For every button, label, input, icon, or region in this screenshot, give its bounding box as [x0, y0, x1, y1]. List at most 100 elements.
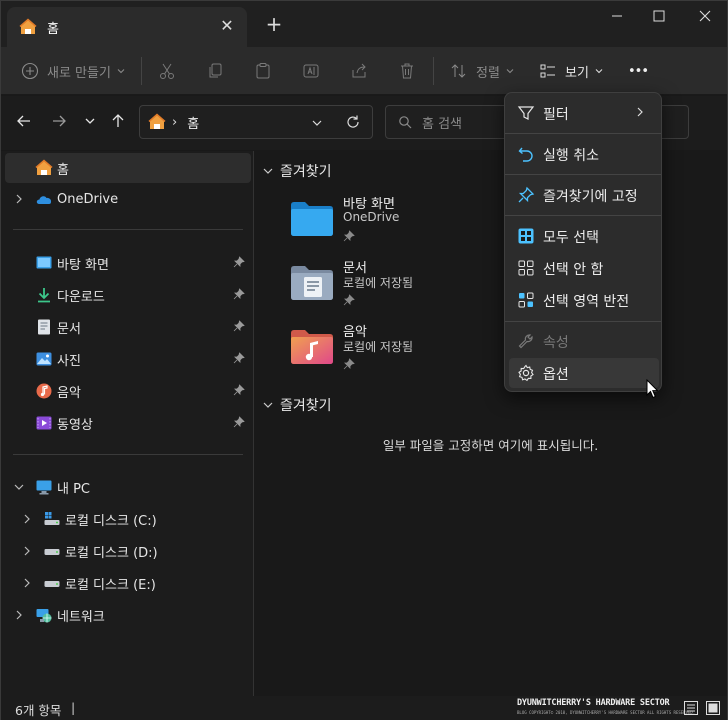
tiles-view-icon[interactable] [705, 700, 721, 716]
sidebar-item-music[interactable]: 음악 [5, 376, 251, 406]
pin-icon [233, 256, 245, 268]
chevron-right-icon [637, 107, 643, 117]
trash-icon [401, 63, 413, 79]
quick-access-item-music[interactable]: 음악 로컬에 저장됨 [290, 321, 510, 381]
more-options-button[interactable]: ••• [621, 55, 655, 87]
minimize-icon [612, 15, 622, 17]
sidebar-item-home[interactable]: 홈 [5, 153, 251, 183]
chevron-down-icon[interactable] [13, 481, 25, 493]
view-button[interactable]: 보기 [539, 55, 604, 87]
home-icon [148, 113, 166, 129]
drive-icon [44, 581, 60, 587]
sidebar-divider [13, 229, 243, 230]
home-icon [19, 18, 37, 34]
chevron-right-icon[interactable] [21, 513, 33, 525]
computer-icon [36, 480, 52, 495]
item-count: 6개 항목 [15, 703, 62, 718]
music-folder-icon [291, 330, 333, 364]
menu-item-label: 필터 [543, 107, 569, 123]
close-window-button[interactable] [685, 5, 725, 27]
music-icon [36, 383, 52, 399]
sidebar-item-onedrive[interactable]: OneDrive [5, 184, 251, 214]
cut-button[interactable] [158, 55, 176, 87]
menu-item-filter[interactable]: 필터 [509, 98, 659, 128]
documents-folder-icon [291, 266, 333, 300]
favorites-group-header[interactable]: 즐겨찾기 [262, 395, 332, 415]
item-location: 로컬에 저장됨 [343, 276, 414, 290]
status-divider: | [71, 700, 76, 715]
menu-item-label: 선택 영역 반전 [543, 294, 630, 310]
copy-button[interactable] [206, 55, 224, 87]
new-button[interactable]: 새로 만들기 [21, 55, 126, 87]
sidebar-item-documents[interactable]: 문서 [5, 312, 251, 342]
sidebar-item-drive-d[interactable]: 로컬 디스크 (D:) [5, 536, 251, 566]
details-view-icon[interactable] [683, 700, 699, 716]
explorer-window: 홈 ✕ + 새로 만들기 정렬 보기 ••• › 홈 홈 검색 홈 OneDri… [0, 0, 728, 720]
close-icon [699, 10, 711, 22]
rename-icon [303, 64, 319, 78]
up-button[interactable] [107, 112, 129, 134]
toolbar-divider [141, 57, 142, 85]
pin-icon [343, 358, 355, 370]
sort-button[interactable]: 정렬 [450, 55, 515, 87]
system-drive-icon [44, 512, 60, 525]
invert-selection-icon [518, 292, 534, 308]
menu-item-select-all[interactable]: 모두 선택 [509, 221, 659, 251]
network-icon [36, 609, 52, 623]
sidebar-item-pictures[interactable]: 사진 [5, 344, 251, 374]
back-button[interactable] [13, 112, 35, 134]
sidebar-item-label: OneDrive [57, 191, 119, 207]
menu-item-invert-selection[interactable]: 선택 영역 반전 [509, 285, 659, 315]
search-placeholder: 홈 검색 [422, 116, 463, 132]
sidebar-item-drive-c[interactable]: 로컬 디스크 (C:) [5, 504, 251, 534]
sidebar-item-this-pc[interactable]: 내 PC [5, 472, 251, 502]
quick-access-item-desktop[interactable]: 바탕 화면 OneDrive [290, 193, 510, 253]
item-location: OneDrive [343, 210, 400, 224]
chevron-right-icon[interactable] [13, 609, 25, 621]
menu-item-select-none[interactable]: 선택 안 함 [509, 253, 659, 283]
chevron-down-icon [117, 69, 125, 74]
command-bar: 새로 만들기 정렬 보기 ••• [1, 47, 727, 95]
tab-close-button[interactable]: ✕ [217, 16, 237, 36]
chevron-down-icon [85, 118, 95, 124]
tab-home[interactable]: 홈 ✕ [7, 7, 247, 47]
watermark-title: DYUNWITCHERRY'S HARDWARE SECTOR [517, 698, 670, 708]
menu-item-undo[interactable]: 실행 취소 [509, 139, 659, 169]
pin-icon [343, 230, 355, 242]
chevron-down-icon [263, 168, 273, 174]
new-tab-button[interactable]: + [263, 13, 285, 35]
chevron-right-icon[interactable] [13, 193, 25, 205]
sort-icon [451, 64, 466, 78]
address-bar[interactable]: › 홈 [139, 105, 373, 139]
desktop-folder-icon [291, 202, 333, 236]
undo-icon [518, 147, 533, 162]
delete-button[interactable] [398, 55, 416, 87]
sidebar-item-label: 홈 [57, 162, 69, 178]
filter-icon [517, 106, 535, 120]
breadcrumb-home[interactable]: 홈 [187, 113, 199, 132]
menu-separator [505, 321, 661, 322]
sidebar-item-desktop[interactable]: 바탕 화면 [5, 248, 251, 278]
chevron-down-icon[interactable] [310, 116, 324, 130]
menu-item-pin-quick-access[interactable]: 즐겨찾기에 고정 [509, 180, 659, 210]
quick-access-item-documents[interactable]: 문서 로컬에 저장됨 [290, 257, 510, 317]
forward-button[interactable] [48, 112, 70, 134]
paste-button[interactable] [254, 55, 272, 87]
desktop-icon [36, 256, 52, 269]
sidebar-item-drive-e[interactable]: 로컬 디스크 (E:) [5, 568, 251, 598]
minimize-button[interactable] [597, 5, 637, 27]
recent-locations-button[interactable] [79, 112, 101, 134]
share-button[interactable] [350, 55, 368, 87]
maximize-button[interactable] [639, 5, 679, 27]
arrow-right-icon [53, 115, 66, 127]
rename-button[interactable] [302, 55, 320, 87]
refresh-icon[interactable] [345, 114, 361, 130]
sidebar-item-network[interactable]: 네트워크 [5, 600, 251, 630]
quick-access-group-header[interactable]: 즐겨찾기 [262, 161, 332, 181]
chevron-right-icon[interactable] [21, 545, 33, 557]
menu-item-options[interactable]: 옵션 [509, 358, 659, 388]
chevron-right-icon[interactable] [21, 577, 33, 589]
sidebar-item-label: 문서 [57, 321, 81, 337]
sidebar-item-videos[interactable]: 동영상 [5, 408, 251, 438]
sidebar-item-downloads[interactable]: 다운로드 [5, 280, 251, 310]
